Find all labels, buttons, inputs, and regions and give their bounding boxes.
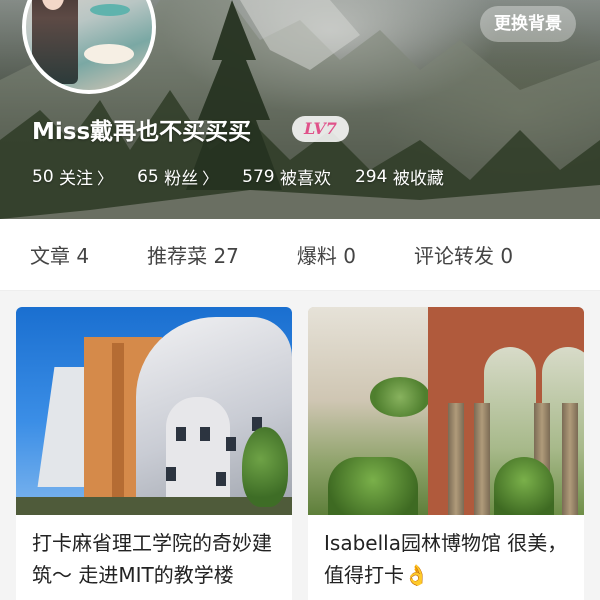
chevron-right-icon: 〉 xyxy=(97,168,114,188)
window-shape xyxy=(226,437,236,451)
palm-shape xyxy=(370,377,430,417)
stat-collected-label: 被收藏 xyxy=(392,169,444,189)
stat-following-value: 50 xyxy=(32,166,54,187)
window-shape xyxy=(200,427,210,441)
level-badge: LV7 xyxy=(292,116,349,142)
building-shape xyxy=(166,397,230,507)
article-cover-image xyxy=(16,307,292,515)
article-grid: 打卡麻省理工学院的奇妙建筑～ 走进MIT的教学楼 Isabella园林博物馆 很… xyxy=(0,291,600,600)
tab-deals[interactable]: 爆料 0 xyxy=(297,240,356,269)
column-shape xyxy=(562,403,578,515)
stat-liked-label: 被喜欢 xyxy=(279,169,331,189)
column-shape xyxy=(474,403,490,515)
stat-followers-label: 粉丝 xyxy=(164,169,199,189)
username: Miss戴再也不买买买 xyxy=(32,119,252,145)
article-card[interactable]: Isabella园林博物馆 很美，值得打卡👌 xyxy=(308,307,584,600)
window-shape xyxy=(176,427,186,441)
window-shape xyxy=(166,467,176,481)
stat-collected-value: 294 xyxy=(354,166,388,187)
tab-recommended-dishes[interactable]: 推荐菜 27 xyxy=(147,240,239,269)
building-shape xyxy=(112,343,124,503)
column-shape xyxy=(448,403,464,515)
avatar-plate xyxy=(84,44,134,64)
stat-collected: 294 被收藏 xyxy=(354,164,444,190)
tab-comments-reposts[interactable]: 评论转发 0 xyxy=(414,240,513,269)
stat-followers[interactable]: 65 粉丝〉 xyxy=(137,164,219,190)
avatar-tea-stand xyxy=(90,4,130,16)
bush-shape xyxy=(328,457,418,515)
article-cover-image xyxy=(308,307,584,515)
avatar-person xyxy=(32,0,78,84)
stat-liked-value: 579 xyxy=(242,166,275,187)
article-card[interactable]: 打卡麻省理工学院的奇妙建筑～ 走进MIT的教学楼 xyxy=(16,307,292,600)
bush-shape xyxy=(494,457,554,515)
chevron-right-icon: 〉 xyxy=(202,168,219,188)
article-title: 打卡麻省理工学院的奇妙建筑～ 走进MIT的教学楼 xyxy=(32,531,272,587)
change-background-button[interactable]: 更换背景 xyxy=(480,6,576,42)
tab-articles[interactable]: 文章 4 xyxy=(30,240,89,269)
article-title: Isabella园林博物馆 很美，值得打卡👌 xyxy=(324,531,568,587)
stat-liked: 579 被喜欢 xyxy=(242,164,331,190)
profile-header: 更换背景 Miss戴再也不买买买 LV7 50 关注〉 65 粉丝〉 579 被… xyxy=(0,0,600,219)
stat-following-label: 关注 xyxy=(59,169,94,189)
tree-shape xyxy=(242,427,288,507)
stat-followers-value: 65 xyxy=(137,166,159,187)
stat-following[interactable]: 50 关注〉 xyxy=(32,164,114,190)
window-shape xyxy=(216,472,226,486)
content-tabs: 文章 4 推荐菜 27 爆料 0 评论转发 0 xyxy=(0,219,600,291)
profile-stats: 50 关注〉 65 粉丝〉 579 被喜欢 294 被收藏 xyxy=(32,164,468,190)
